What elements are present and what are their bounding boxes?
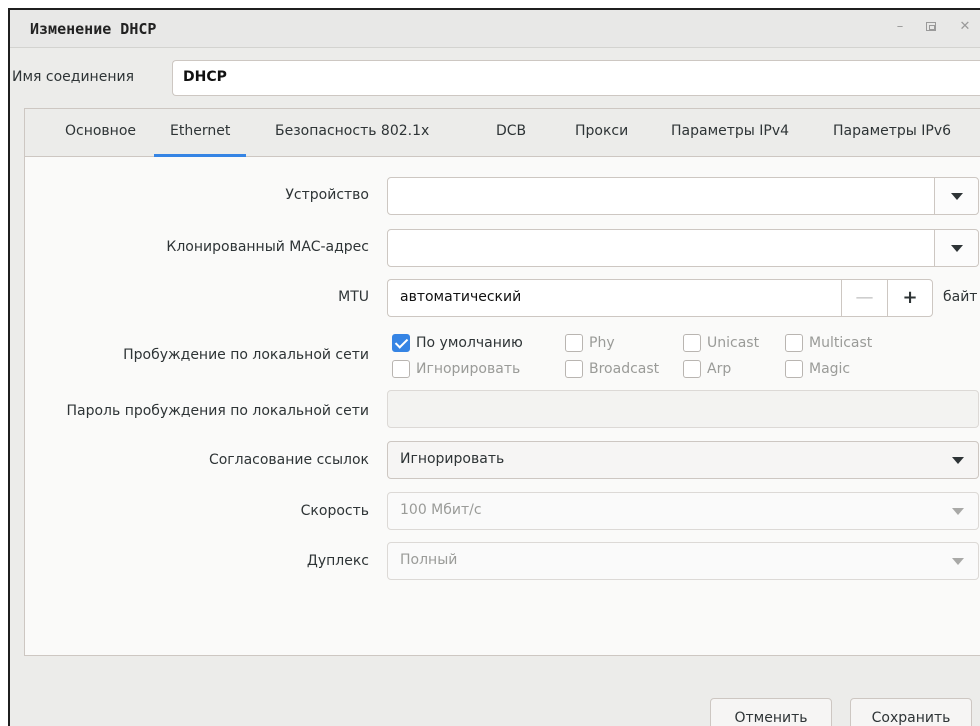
tab-ipv4[interactable]: Параметры IPv4 (671, 109, 789, 157)
checkbox-icon (785, 334, 803, 352)
wol-label: Пробуждение по локальной сети (123, 347, 369, 363)
maximize-icon[interactable] (923, 19, 939, 35)
link-negotiation-combo[interactable]: Игнорировать (387, 441, 979, 479)
tab-bar: Основное Ethernet Безопасность 802.1x DC… (25, 109, 980, 157)
connection-name-label: Имя соединения (12, 69, 135, 85)
wol-password-label: Пароль пробуждения по локальной сети (66, 403, 369, 419)
link-negotiation-label: Согласование ссылок (208, 452, 369, 468)
checkbox-icon (392, 334, 410, 352)
wol-phy-checkbox[interactable]: Phy (565, 333, 615, 353)
tab-general[interactable]: Основное (65, 109, 136, 157)
wol-ignore-label: Игнорировать (416, 361, 521, 377)
minimize-icon[interactable]: – (892, 19, 908, 35)
cloned-mac-combo[interactable] (387, 229, 979, 267)
checkbox-icon (565, 360, 583, 378)
device-label: Устройство (285, 187, 369, 203)
mtu-input[interactable]: автоматический (387, 279, 841, 317)
speed-combo: 100 Мбит/с (387, 492, 979, 530)
tab-ethernet[interactable]: Ethernet (153, 109, 247, 157)
wol-magic-checkbox[interactable]: Magic (785, 359, 850, 379)
tab-dcb[interactable]: DCB (496, 109, 526, 157)
checkbox-icon (683, 360, 701, 378)
wol-multicast-label: Multicast (809, 335, 873, 351)
chevron-down-icon (952, 558, 964, 565)
connection-name-input[interactable]: DHCP (172, 60, 980, 96)
duplex-label: Дуплекс (306, 553, 369, 569)
wol-default-checkbox[interactable]: По умолчанию (392, 333, 523, 353)
speed-label: Скорость (300, 503, 369, 519)
speed-value: 100 Мбит/с (400, 502, 482, 518)
close-icon[interactable]: ✕ (957, 19, 973, 35)
titlebar: Изменение DHCP – ✕ (10, 10, 980, 48)
cloned-mac-dropdown-button[interactable] (934, 230, 978, 266)
settings-notebook: Основное Ethernet Безопасность 802.1x DC… (24, 108, 980, 656)
connection-name-row: Имя соединения DHCP (10, 60, 980, 98)
wol-magic-label: Magic (809, 361, 851, 377)
chevron-down-icon (950, 245, 963, 252)
wol-ignore-checkbox[interactable]: Игнорировать (392, 359, 520, 379)
mtu-decrement-button[interactable]: — (841, 279, 887, 317)
device-combo[interactable] (387, 177, 979, 215)
wol-default-label: По умолчанию (416, 335, 523, 351)
checkbox-icon (785, 360, 803, 378)
link-negotiation-value: Игнорировать (400, 451, 505, 467)
checkbox-icon (392, 360, 410, 378)
wol-arp-checkbox[interactable]: Arp (683, 359, 731, 379)
wol-password-input[interactable] (387, 390, 979, 428)
duplex-value: Полный (400, 552, 458, 568)
tab-security-8021x[interactable]: Безопасность 802.1x (275, 109, 429, 157)
tab-ipv6[interactable]: Параметры IPv6 (833, 109, 951, 157)
wol-broadcast-checkbox[interactable]: Broadcast (565, 359, 659, 379)
wol-broadcast-label: Broadcast (589, 361, 660, 377)
wol-multicast-checkbox[interactable]: Multicast (785, 333, 872, 353)
tab-proxy[interactable]: Прокси (575, 109, 628, 157)
wol-arp-label: Arp (707, 361, 732, 377)
save-button[interactable]: Сохранить (850, 698, 972, 726)
checkbox-icon (683, 334, 701, 352)
dialog-window: Изменение DHCP – ✕ Имя соединения DHCP О… (8, 8, 980, 726)
wol-phy-label: Phy (589, 335, 615, 351)
wol-unicast-checkbox[interactable]: Unicast (683, 333, 759, 353)
duplex-combo: Полный (387, 542, 979, 580)
device-dropdown-button[interactable] (934, 178, 978, 214)
chevron-down-icon (952, 457, 964, 464)
cloned-mac-label: Клонированный MAC-адрес (166, 239, 369, 255)
window-title: Изменение DHCP (30, 20, 157, 38)
cancel-button[interactable]: Отменить (710, 698, 832, 726)
chevron-down-icon (950, 193, 963, 200)
mtu-label: MTU (338, 289, 369, 305)
mtu-unit-label: байт (943, 289, 978, 305)
mtu-increment-button[interactable]: + (887, 279, 933, 317)
checkbox-icon (565, 334, 583, 352)
chevron-down-icon (952, 508, 964, 515)
wol-unicast-label: Unicast (707, 335, 760, 351)
